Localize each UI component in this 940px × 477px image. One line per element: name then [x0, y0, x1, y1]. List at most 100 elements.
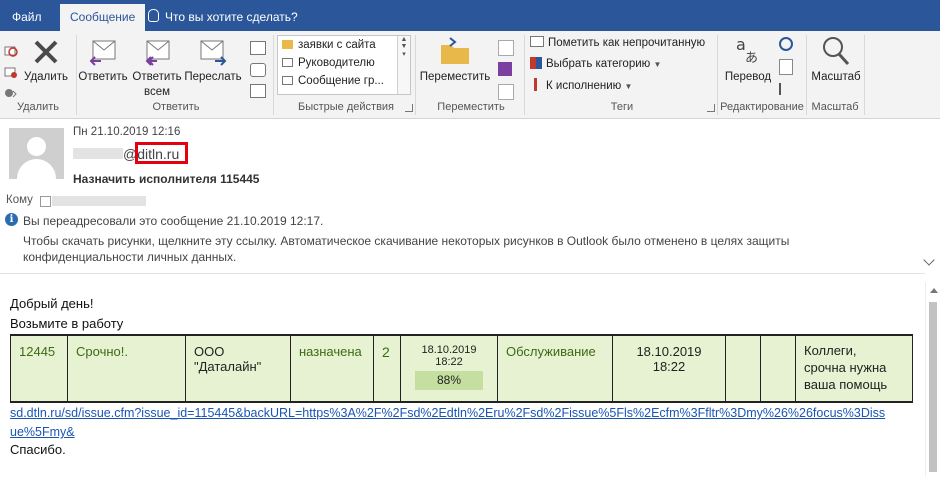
quick-step-label: Руководителю: [298, 57, 375, 69]
tab-file[interactable]: Файл: [2, 4, 52, 31]
task-empty-cell: [760, 334, 796, 403]
group-separator: [273, 35, 274, 115]
avatar: [9, 128, 64, 179]
follow-up-button[interactable]: К исполнению ▼: [530, 77, 632, 95]
svg-text:あ: あ: [745, 51, 758, 66]
info-download-pictures[interactable]: Чтобы скачать рисунки, щелкните эту ссыл…: [23, 233, 913, 265]
issue-link[interactable]: sd.dtln.ru/sd/issue.cfm?issue_id=115445&…: [10, 404, 890, 442]
group-label-respond: Ответить: [152, 101, 200, 113]
group-label-zoom: Масштаб: [811, 101, 859, 113]
task-empty-cell: [725, 334, 761, 403]
delete-x-icon: [34, 40, 58, 64]
junk-icon[interactable]: [4, 87, 18, 99]
message-subject: Назначить исполнителя 115445: [73, 172, 260, 186]
dialog-launcher-icon[interactable]: [707, 104, 715, 112]
zoom-button[interactable]: Масштаб: [808, 35, 864, 85]
tab-message[interactable]: Сообщение: [60, 4, 146, 31]
more-respond-icon[interactable]: [250, 84, 266, 98]
reply-label: Ответить: [78, 71, 128, 83]
recipient-redacted[interactable]: [52, 196, 146, 206]
vertical-scrollbar[interactable]: [925, 282, 940, 477]
info-forwarded: Вы переадресовали это сообщение 21.10.20…: [23, 214, 324, 228]
tell-me-label: Что вы хотите сделать?: [165, 10, 298, 24]
task-priority: Срочно!.: [67, 334, 186, 403]
select-icon[interactable]: [779, 83, 791, 95]
task-comment: Коллеги, срочна нужна ваша помощь: [795, 334, 913, 403]
quick-step-item[interactable]: Сообщение гр...: [278, 72, 410, 90]
task-status: назначена: [290, 334, 374, 403]
task-company: ООО "Даталайн": [185, 334, 291, 403]
quick-step-item[interactable]: заявки с сайта: [278, 36, 410, 54]
reply-icon: [89, 40, 116, 66]
im-reply-icon[interactable]: [250, 63, 266, 77]
find-icon[interactable]: [779, 37, 793, 51]
group-label-tags: Теги: [610, 101, 634, 113]
task-table: 12445 Срочно!. ООО "Даталайн" назначена 2…: [10, 334, 913, 403]
replace-icon[interactable]: [779, 59, 793, 75]
onenote-icon[interactable]: [498, 62, 512, 76]
task-created: 18.10.2019 18:22 88%: [400, 334, 498, 403]
delete-button[interactable]: Удалить: [24, 37, 68, 85]
quick-step-label: Сообщение гр...: [298, 75, 384, 87]
group-separator: [864, 35, 865, 115]
magnifier-icon: [823, 37, 850, 66]
categorize-label: Выбрать категорию: [546, 58, 651, 70]
greeting: Добрый день!: [10, 296, 94, 311]
quick-steps-gallery: заявки с сайта Руководителю Сообщение гр…: [277, 35, 411, 95]
ignore-icon[interactable]: [4, 43, 18, 57]
deadline-date: 18.10.2019: [636, 344, 702, 359]
move-button[interactable]: Переместить: [418, 37, 492, 85]
translate-icon: aあ: [736, 35, 758, 66]
table-row: 12445 Срочно!. ООО "Даталайн" назначена 2…: [10, 334, 913, 403]
translate-button[interactable]: aあ Перевод: [722, 35, 774, 85]
comment-line-3: ваша помощь: [804, 377, 888, 392]
chevron-down-icon[interactable]: [923, 254, 935, 266]
reply-all-icon: [145, 40, 170, 66]
highlight-box: [135, 142, 188, 164]
take-to-work: Возьмите в работу: [10, 316, 124, 331]
categorize-button[interactable]: Выбрать категорию ▼: [530, 55, 661, 73]
actions-icon[interactable]: [498, 84, 514, 100]
company-line-2: "Даталайн": [194, 359, 262, 374]
created-time: 18:22: [435, 356, 463, 368]
thanks: Спасибо.: [10, 442, 66, 457]
tell-me-box[interactable]: Что вы хотите сделать?: [148, 4, 298, 31]
quick-steps-scroll[interactable]: ▲ ▼ ▾: [397, 36, 410, 94]
scroll-thumb[interactable]: [929, 302, 937, 472]
message-date: Пн 21.10.2019 12:16: [73, 126, 181, 138]
quick-step-label: заявки с сайта: [298, 39, 376, 51]
group-label-editing: Редактирование: [720, 101, 804, 113]
zoom-label: Масштаб: [811, 71, 861, 83]
comment-line-2: срочна нужна: [804, 360, 887, 375]
header-divider: [0, 273, 925, 274]
cleanup-icon[interactable]: [4, 65, 18, 79]
comment-line-1: Коллеги,: [804, 343, 857, 358]
envelope-unread-icon: [530, 36, 544, 47]
group-label-delete: Удалить: [17, 101, 59, 113]
ribbon: Удалить Удалить Ответить Ответить всем П…: [0, 31, 940, 119]
forward-button[interactable]: Переслать: [184, 37, 242, 85]
category-icon: [530, 57, 542, 69]
chevron-down-icon: ▼: [624, 82, 633, 91]
folder-icon: [282, 40, 293, 49]
flag-icon: [534, 78, 537, 91]
sender-redacted: [73, 148, 123, 159]
reply-button[interactable]: Ответить: [78, 37, 128, 85]
move-label: Переместить: [419, 71, 491, 83]
meeting-reply-icon[interactable]: [250, 41, 266, 55]
mark-unread-button[interactable]: Пометить как непрочитанную: [530, 34, 705, 52]
reply-all-button[interactable]: Ответить всем: [131, 37, 183, 100]
scroll-up-icon[interactable]: [930, 288, 938, 293]
quick-step-item[interactable]: Руководителю: [278, 54, 410, 72]
group-label-move: Переместить: [437, 101, 505, 113]
translate-label: Перевод: [724, 71, 772, 83]
rules-icon[interactable]: [498, 40, 514, 56]
group-label-quick-steps: Быстрые действия: [297, 101, 395, 113]
recipient-checkbox: [40, 196, 51, 207]
move-folder-icon: [441, 37, 469, 64]
ribbon-tab-bar: Файл Сообщение Что вы хотите сделать?: [0, 0, 940, 31]
group-separator: [524, 35, 525, 115]
task-service: Обслуживание: [497, 334, 613, 403]
group-separator: [717, 35, 718, 115]
dialog-launcher-icon[interactable]: [405, 104, 413, 112]
